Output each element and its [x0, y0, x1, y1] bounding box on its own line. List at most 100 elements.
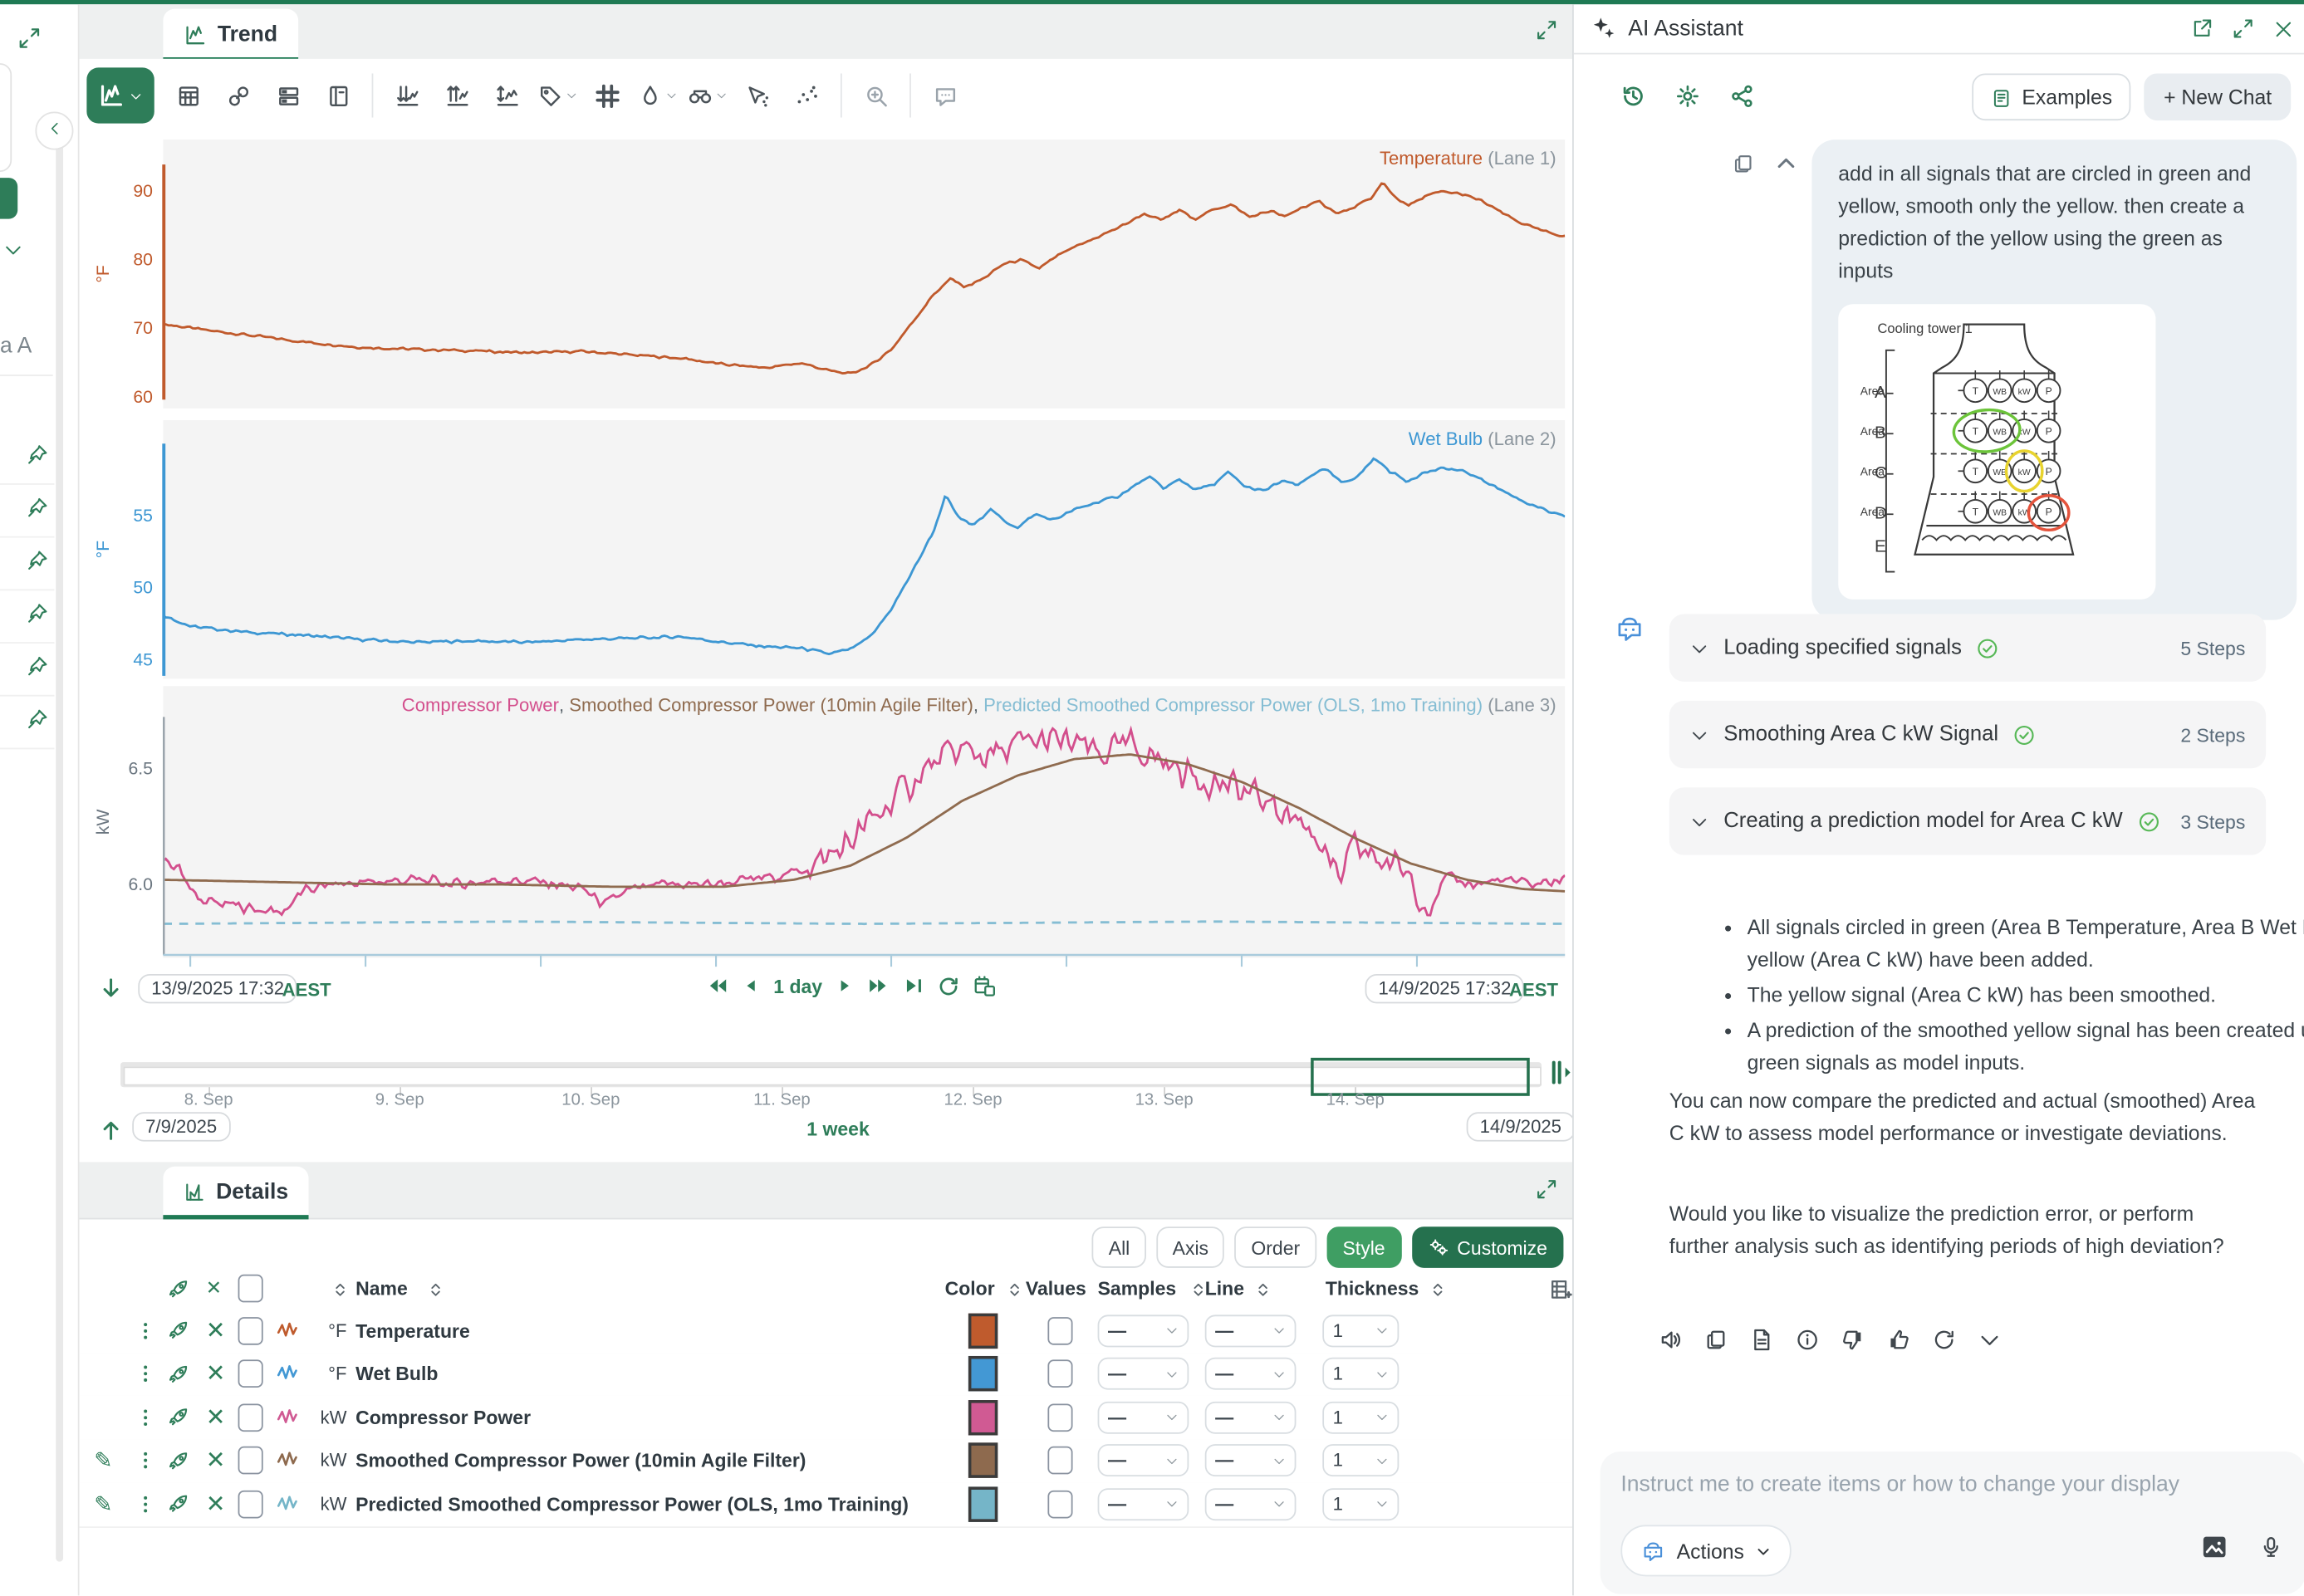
pinned-item-row[interactable]: [0, 695, 54, 749]
step-group-1[interactable]: Loading specified signals5 Steps: [1669, 614, 2266, 682]
thickness-select[interactable]: 1: [1322, 1314, 1399, 1347]
scatter-button[interactable]: [782, 71, 831, 120]
actions-button[interactable]: Actions: [1620, 1525, 1791, 1576]
range-end-input[interactable]: 14/9/2025 17:32: [1365, 974, 1525, 1003]
step-to-now-icon[interactable]: [903, 975, 924, 996]
color-swatch[interactable]: [968, 1443, 998, 1478]
row-rocket-icon[interactable]: [168, 1361, 190, 1388]
new-chat-button[interactable]: + New Chat: [2145, 73, 2291, 120]
step-group-2[interactable]: Smoothing Area C kW Signal2 Steps: [1669, 701, 2266, 768]
cutoff-green-button[interactable]: [0, 178, 17, 219]
row-checkbox[interactable]: [238, 1360, 263, 1388]
grid-button[interactable]: [582, 71, 632, 120]
row-menu-kebab-icon[interactable]: [135, 1491, 156, 1517]
slider-grip-icon[interactable]: [1549, 1056, 1576, 1089]
pinned-item-row[interactable]: [0, 589, 54, 643]
row-name[interactable]: Compressor Power: [355, 1407, 531, 1429]
image-upload-icon[interactable]: [2201, 1534, 2228, 1560]
sidebar-scrollbar[interactable]: [56, 122, 63, 1562]
step-forward-half-icon[interactable]: [836, 975, 853, 996]
col-name[interactable]: Name: [355, 1277, 408, 1300]
samples-select[interactable]: —: [1098, 1445, 1189, 1477]
row-checkbox[interactable]: [238, 1317, 263, 1345]
row-name[interactable]: Predicted Smoothed Compressor Power (OLS…: [355, 1493, 909, 1515]
color-swatch[interactable]: [968, 1400, 998, 1435]
samples-select[interactable]: —: [1098, 1488, 1189, 1520]
table-row[interactable]: ✎✕kWSmoothed Compressor Power (10min Agi…: [80, 1439, 1573, 1484]
values-checkbox[interactable]: [1047, 1317, 1072, 1345]
row-remove-icon[interactable]: ✕: [206, 1316, 226, 1345]
pin-icon[interactable]: [27, 602, 49, 624]
select-all-checkbox[interactable]: [238, 1275, 263, 1303]
col-line[interactable]: Line: [1205, 1277, 1244, 1300]
pinned-item-row[interactable]: [0, 483, 54, 537]
range-start-tz[interactable]: AEST: [282, 980, 331, 1001]
row-menu-kebab-icon[interactable]: [135, 1404, 156, 1431]
copy-range-icon[interactable]: [973, 974, 996, 997]
collapse-panel-button[interactable]: [35, 111, 73, 149]
row-checkbox[interactable]: [238, 1447, 263, 1475]
trend-chart[interactable]: 90807060°FTemperature (Lane 1)555045°FWe…: [80, 132, 1573, 974]
line-select[interactable]: —: [1205, 1314, 1297, 1347]
tag-button[interactable]: [532, 71, 581, 120]
col-color[interactable]: Color: [945, 1277, 995, 1300]
collapse-message-icon[interactable]: [1775, 151, 1797, 178]
signal-range-button[interactable]: [482, 71, 532, 120]
thickness-select[interactable]: 1: [1322, 1401, 1399, 1433]
expand-assistant-icon[interactable]: [2232, 16, 2254, 42]
share-icon[interactable]: [1729, 84, 1754, 110]
values-checkbox[interactable]: [1047, 1403, 1072, 1432]
values-checkbox[interactable]: [1047, 1360, 1072, 1388]
link-button[interactable]: [213, 71, 263, 120]
row-rocket-icon[interactable]: [168, 1447, 190, 1474]
select-all-rocket-icon[interactable]: [168, 1276, 190, 1300]
pin-icon[interactable]: [27, 655, 49, 678]
range-end-tz[interactable]: AEST: [1509, 980, 1558, 1001]
chevron-down-icon[interactable]: [1690, 725, 1709, 744]
pinned-item-row[interactable]: [0, 536, 54, 590]
thumbs-up-icon[interactable]: [1887, 1327, 1910, 1354]
color-swatch[interactable]: [968, 1313, 998, 1348]
row-remove-icon[interactable]: ✕: [206, 1490, 226, 1519]
move-range-up-icon[interactable]: [100, 1118, 122, 1144]
pin-icon[interactable]: [27, 550, 49, 572]
investigate-slider-track[interactable]: [120, 1062, 1542, 1087]
row-menu-kebab-icon[interactable]: [135, 1318, 156, 1344]
values-checkbox[interactable]: [1047, 1490, 1072, 1518]
color-swatch[interactable]: [968, 1356, 998, 1391]
samples-select[interactable]: —: [1098, 1314, 1189, 1347]
chevron-down-icon[interactable]: [1978, 1327, 2001, 1354]
expand-trend-icon[interactable]: [1536, 17, 1558, 44]
signal-add-up-button[interactable]: [432, 71, 482, 120]
row-checkbox[interactable]: [238, 1403, 263, 1432]
customize-button[interactable]: Customize: [1411, 1226, 1563, 1268]
examples-button[interactable]: Examples: [1972, 73, 2131, 120]
pin-icon[interactable]: [27, 708, 49, 731]
pinned-item-row[interactable]: [0, 642, 54, 696]
row-name[interactable]: Wet Bulb: [355, 1363, 438, 1385]
line-select[interactable]: —: [1205, 1401, 1297, 1433]
table-button[interactable]: [163, 71, 213, 120]
table-row[interactable]: ✕kWCompressor Power——1: [80, 1396, 1573, 1441]
investigate-end-input[interactable]: 14/9/2025: [1467, 1112, 1575, 1141]
expand-details-icon[interactable]: [1536, 1177, 1558, 1203]
auto-update-icon[interactable]: [937, 975, 959, 997]
history-icon[interactable]: [1620, 84, 1645, 110]
line-select[interactable]: —: [1205, 1445, 1297, 1477]
sort-icon[interactable]: [426, 1277, 445, 1300]
zoom-in-button[interactable]: [851, 71, 900, 120]
row-rocket-icon[interactable]: [168, 1318, 190, 1344]
range-start-input[interactable]: 13/9/2025 17:32: [138, 974, 297, 1003]
assistant-input-box[interactable]: Instruct me to create items or how to ch…: [1601, 1452, 2304, 1594]
close-assistant-icon[interactable]: [2273, 16, 2294, 42]
row-checkbox[interactable]: [238, 1490, 263, 1518]
chevron-down-icon[interactable]: [1690, 639, 1709, 658]
details-filter-order[interactable]: Order: [1235, 1226, 1316, 1268]
open-new-window-icon[interactable]: [2191, 16, 2213, 42]
pin-icon[interactable]: [27, 443, 49, 466]
chevron-down-icon[interactable]: [3, 237, 24, 263]
col-thickness[interactable]: Thickness: [1326, 1277, 1419, 1300]
sort-icon[interactable]: [331, 1277, 350, 1300]
move-range-down-icon[interactable]: [100, 977, 122, 1000]
line-select[interactable]: —: [1205, 1358, 1297, 1390]
